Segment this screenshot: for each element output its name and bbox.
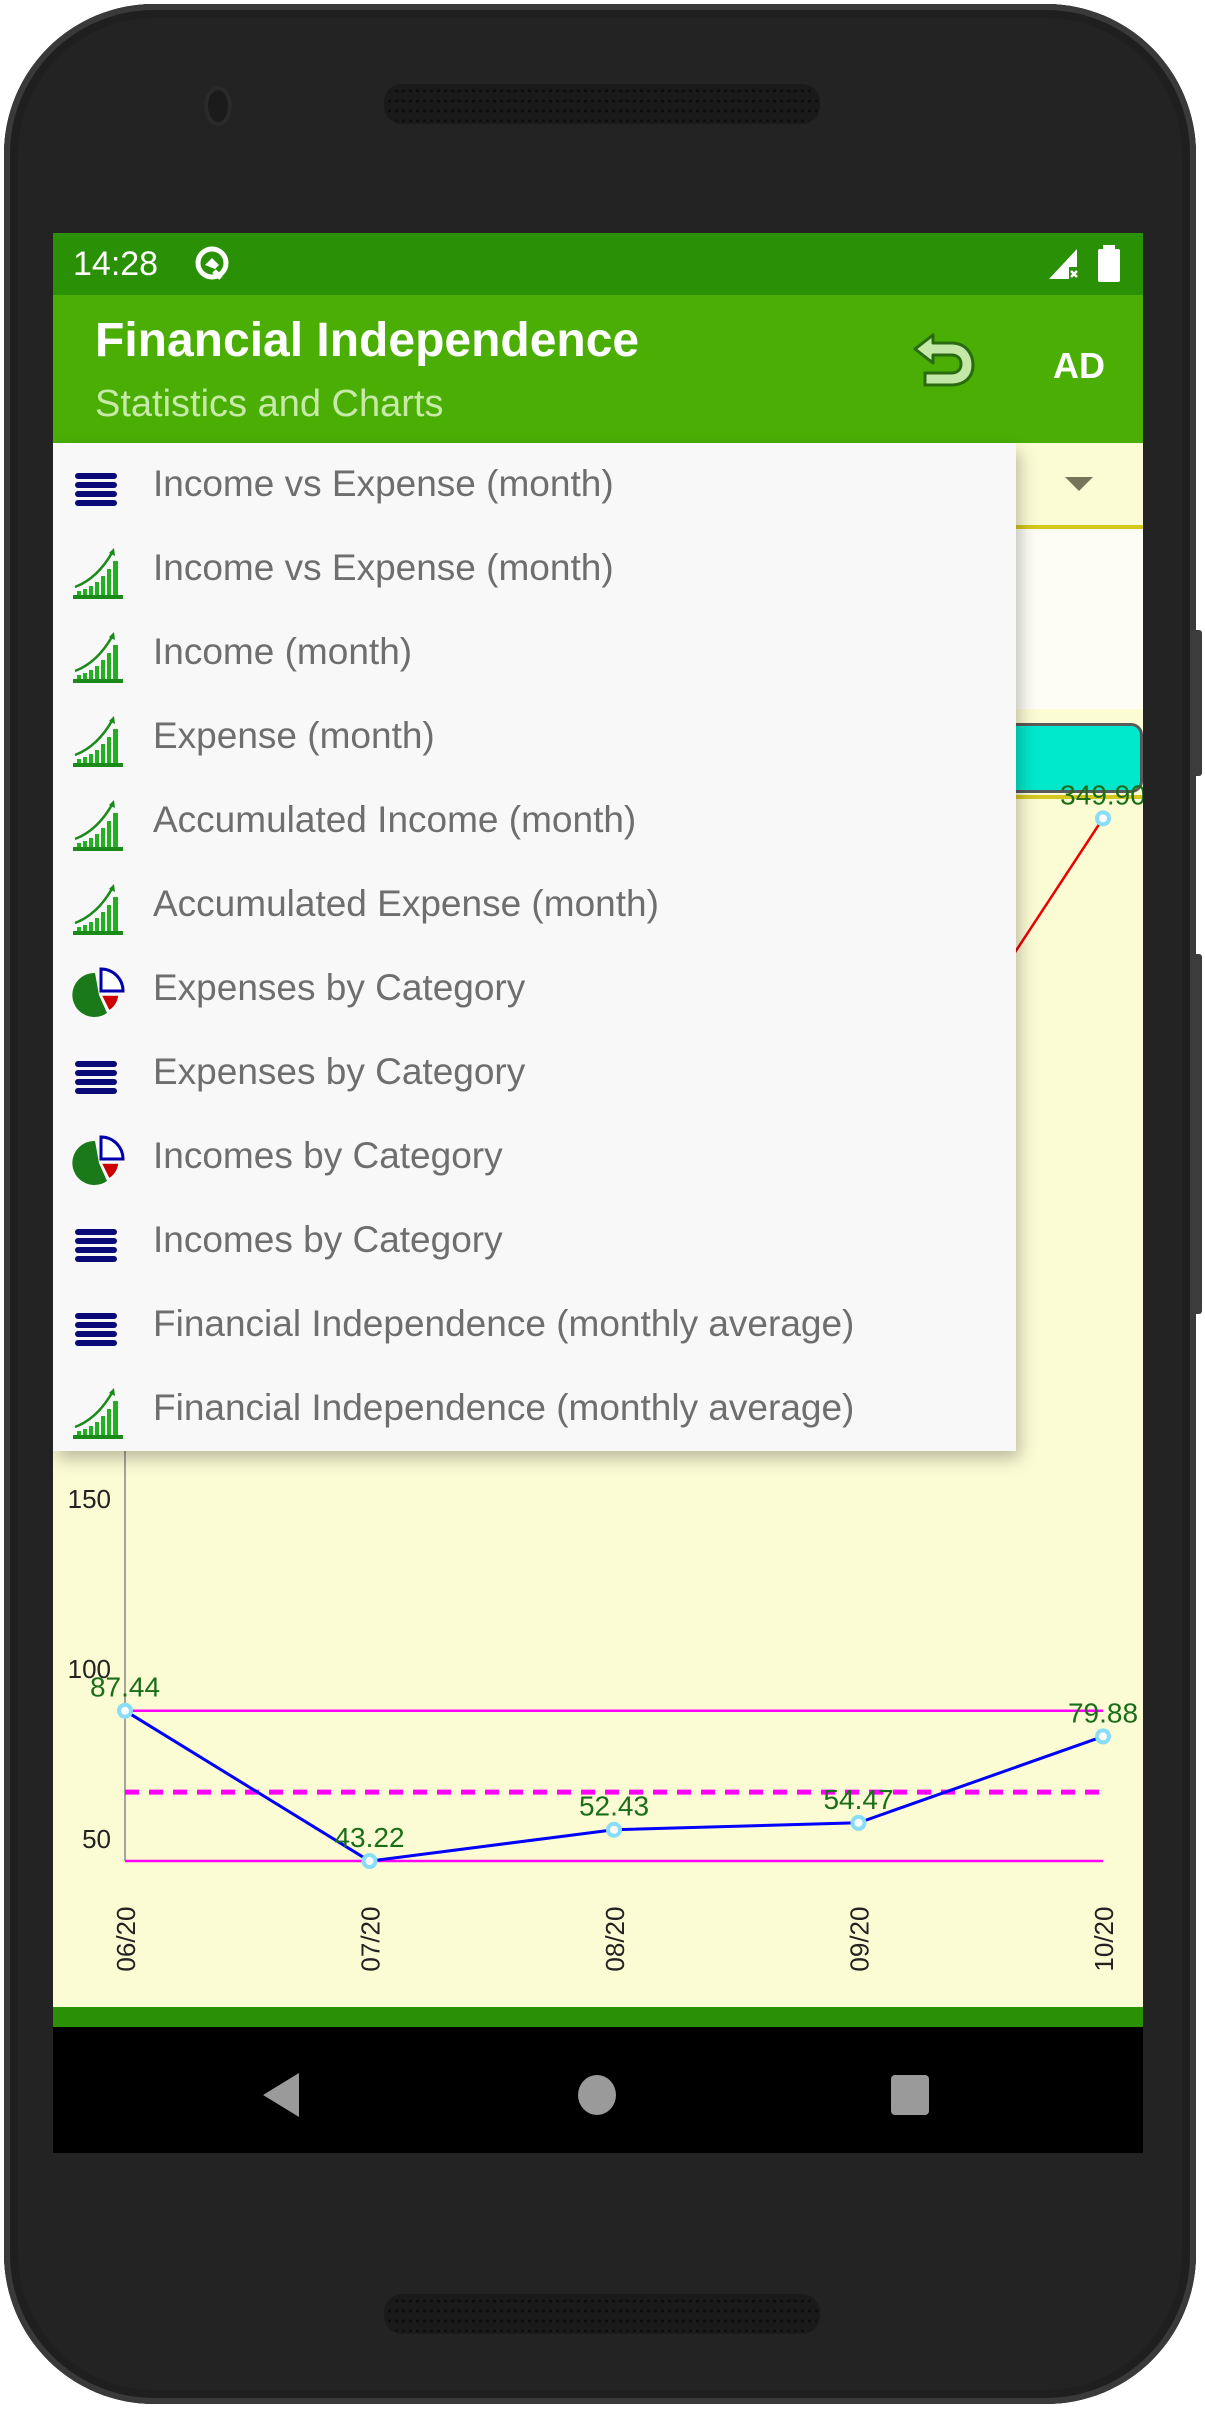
status-bar: 14:28 [53,233,1143,295]
battery-icon [1098,245,1120,282]
nav-home-icon[interactable] [578,2075,616,2115]
dropdown-item-label: Income (month) [153,631,413,672]
undo-back-icon[interactable] [911,333,979,395]
pie-chart-icon [72,967,125,1017]
income-data-point [1095,1728,1111,1745]
dropdown-item-label: Income vs Expense (month) [153,547,614,588]
growth-chart-icon [73,632,123,683]
dropdown-item[interactable]: Income (month) [53,611,1016,695]
expense-data-point [1095,810,1111,827]
dropdown-item-label: Accumulated Income (month) [153,799,637,840]
dropdown-item-label: Financial Independence (monthly average) [153,1303,855,1344]
growth-chart-icon [73,800,123,851]
y-tick-label: 150 [68,1484,111,1514]
list-icon [75,1061,117,1094]
income-data-point [606,1821,622,1838]
system-nav-bar [53,2027,1143,2153]
app-title: Financial Independence [95,314,640,367]
income-data-point [850,1814,867,1831]
dropdown-item[interactable]: Income vs Expense (month) [53,527,1016,611]
dropdown-item-label: Expenses by Category [153,1051,526,1092]
expense-series-line [1009,817,1105,960]
income-value-label: 54.47 [823,1784,893,1815]
dropdown-item-label: Incomes by Category [153,1135,503,1176]
x-tick-label: 10/20 [1089,1907,1119,1972]
dropdown-item-label: Income vs Expense (month) [153,463,614,504]
signal-off-icon [1049,249,1078,279]
dropdown-item-label: Accumulated Expense (month) [153,883,659,924]
x-tick-label: 09/20 [845,1907,875,1972]
income-data-point [361,1853,378,1870]
front-camera [204,86,232,126]
growth-chart-icon [73,716,123,767]
income-value-label: 43.22 [334,1822,404,1853]
income-value-label: 79.88 [1068,1697,1138,1728]
growth-chart-icon [73,1388,123,1439]
screen: 14:28 Financial Independence Statistics … [53,233,1143,2153]
nav-recents-icon[interactable] [891,2075,929,2115]
volume-button [1192,954,1202,1314]
y-tick-label: 50 [82,1824,111,1854]
growth-chart-icon [73,548,123,599]
income-value-label: 52.43 [579,1791,649,1822]
dropdown-item[interactable]: Financial Independence (monthly average) [53,1367,1016,1451]
list-icon [75,1313,117,1346]
dropdown-item[interactable]: Accumulated Expense (month) [53,863,1016,947]
income-value-label: 87.44 [90,1672,160,1703]
growth-chart-icon [73,884,123,935]
sync-q-icon [195,246,229,280]
dropdown-item[interactable]: Incomes by Category [53,1199,1016,1283]
dropdown-item-label: Financial Independence (monthly average) [153,1387,855,1428]
bottom-strip [53,2007,1143,2027]
top-speaker [384,84,820,124]
chart-type-dropdown-menu: Income vs Expense (month) Income vs Expe… [53,443,1016,1451]
list-icon [75,1229,117,1262]
pie-chart-icon [72,1135,125,1185]
x-tick-label: 06/20 [111,1907,141,1972]
dropdown-item[interactable]: Expenses by Category [53,1031,1016,1115]
expense-value-label: 349.90 [1060,779,1143,810]
dropdown-item-label: Expense (month) [153,715,435,756]
dropdown-item[interactable]: Expense (month) [53,695,1016,779]
dropdown-item[interactable]: Financial Independence (monthly average) [53,1283,1016,1367]
dropdown-item-label: Expenses by Category [153,967,526,1008]
income-data-point [117,1702,133,1719]
phone-frame: 14:28 Financial Independence Statistics … [4,4,1202,2404]
app-subtitle: Statistics and Charts [95,383,444,425]
dropdown-item[interactable]: Income vs Expense (month) [53,443,1016,527]
bottom-speaker [384,2294,820,2334]
status-time: 14:28 [73,245,159,283]
app-bar: Financial Independence Statistics and Ch… [53,295,1143,443]
x-tick-label: 07/20 [356,1907,386,1972]
dropdown-item[interactable]: Expenses by Category [53,947,1016,1031]
list-icon [75,473,117,506]
power-button [1192,630,1202,776]
x-tick-label: 08/20 [600,1907,630,1972]
dropdown-item[interactable]: Incomes by Category [53,1115,1016,1199]
ad-button[interactable]: AD [1053,345,1105,387]
dropdown-item-label: Incomes by Category [153,1219,503,1260]
nav-back-icon[interactable] [263,2073,299,2117]
income-series-line [124,1709,1104,1863]
dropdown-item[interactable]: Accumulated Income (month) [53,779,1016,863]
